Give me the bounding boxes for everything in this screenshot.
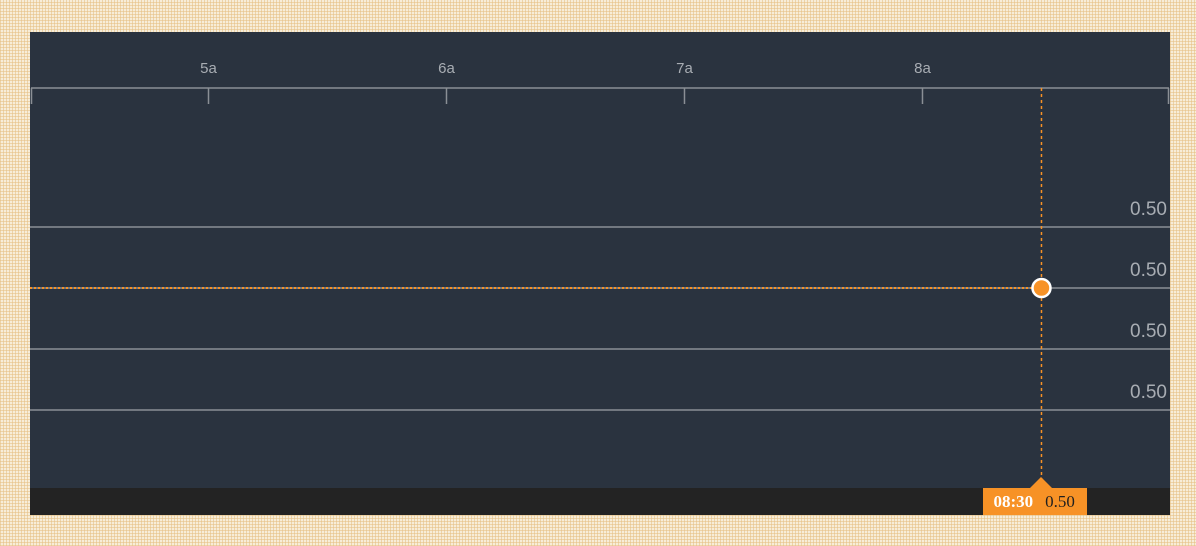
y-tick-label: 0.50 bbox=[1130, 199, 1167, 220]
chart-svg: 5a 6a 7a 8a 0.50 0.50 0.50 0.50 bbox=[30, 60, 1170, 488]
x-axis: 5a 6a 7a 8a bbox=[30, 60, 1170, 104]
y-gridlines: 0.50 0.50 0.50 0.50 bbox=[30, 199, 1170, 411]
tooltip-time: 08:30 bbox=[983, 488, 1042, 515]
x-tick-label: 6a bbox=[438, 60, 455, 77]
tooltip-pointer bbox=[1030, 477, 1053, 488]
data-points[interactable] bbox=[1031, 277, 1052, 299]
chart-area[interactable]: 5a 6a 7a 8a 0.50 0.50 0.50 0.50 08:30 0.50 bbox=[30, 32, 1170, 515]
y-tick-label: 0.50 bbox=[1130, 321, 1167, 342]
x-tick-label: 7a bbox=[676, 60, 693, 77]
x-tick-label: 5a bbox=[200, 60, 217, 77]
crosshair-tooltip: 08:30 0.50 bbox=[983, 477, 1087, 515]
y-tick-label: 0.50 bbox=[1130, 382, 1167, 403]
tooltip-value: 0.50 bbox=[1041, 488, 1087, 515]
y-tick-label: 0.50 bbox=[1130, 260, 1167, 281]
x-tick-label: 8a bbox=[914, 60, 931, 77]
data-point[interactable] bbox=[1031, 277, 1052, 299]
